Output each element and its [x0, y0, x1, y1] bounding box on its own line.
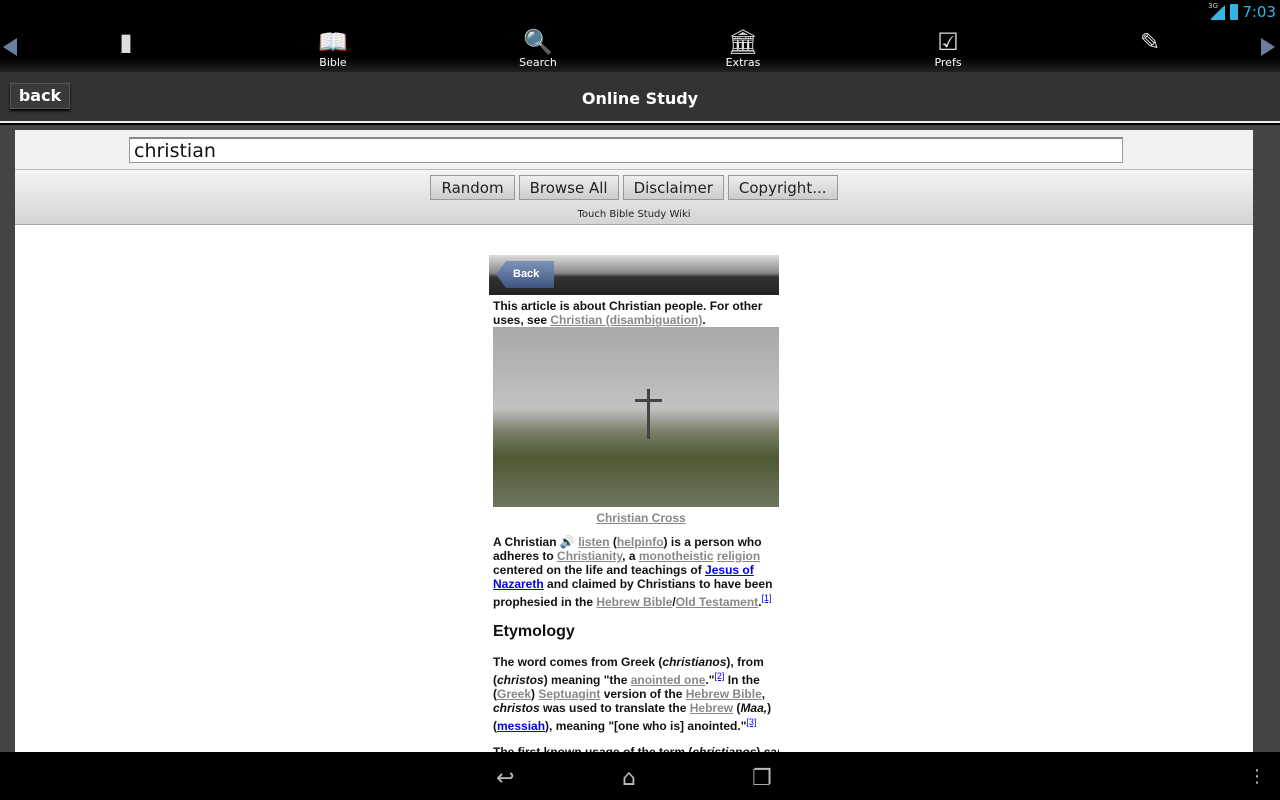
- text-span: christianos: [662, 655, 727, 669]
- disclaimer-button[interactable]: Disclaimer: [622, 175, 724, 200]
- text-span: christianos: [692, 745, 757, 752]
- text-span: (: [609, 535, 617, 549]
- pencil-icon: ✎: [1139, 28, 1161, 56]
- etymology-heading: Etymology: [493, 623, 575, 640]
- text-span: ,: [761, 687, 766, 701]
- wiki-link[interactable]: Hebrew: [690, 701, 733, 715]
- citation-link[interactable]: [3]: [746, 717, 756, 727]
- text-span: centered on the life and teachings of: [493, 563, 706, 577]
- clock: 7:03: [1242, 3, 1276, 21]
- signal-icon: [1211, 4, 1225, 20]
- toolbar-label: Prefs: [934, 56, 962, 69]
- text-span: , a: [622, 549, 639, 563]
- wiki-link[interactable]: listen: [578, 535, 609, 549]
- button-row: Random Browse All Disclaimer Copyright..…: [15, 170, 1253, 225]
- intro-paragraph: A Christian 🔊 listen (helpinfo) is a per…: [493, 535, 779, 609]
- text-span: A Christian: [493, 535, 560, 549]
- search-input[interactable]: [129, 137, 1123, 163]
- text-span: was used to translate the: [539, 701, 690, 715]
- web-panel: Random Browse All Disclaimer Copyright..…: [15, 130, 1253, 752]
- checklist-icon: ☑: [937, 28, 959, 56]
- toolbar-label: Search: [519, 56, 557, 69]
- recents-nav-icon[interactable]: ❐: [752, 766, 772, 791]
- wiki-link[interactable]: religion: [717, 549, 760, 563]
- wiki-link[interactable]: monotheistic: [639, 549, 714, 563]
- etymology-paragraph: The word comes from Greek (christianos),…: [493, 655, 779, 733]
- toolbar-item-search[interactable]: 🔍 Search: [498, 28, 578, 69]
- wiki-link[interactable]: Old Testament: [676, 595, 758, 609]
- text-span: ), meaning "[one who is] anointed.": [545, 719, 747, 733]
- usage-paragraph: The first known usage of the term (chris…: [493, 745, 779, 752]
- text-span: .: [702, 313, 706, 327]
- toolbar-item-bookmark[interactable]: ▮: [86, 28, 166, 56]
- scroll-right-arrow-icon[interactable]: [1261, 38, 1275, 56]
- menu-icon[interactable]: ⋮: [1248, 766, 1266, 787]
- wiki-link[interactable]: Septuagint: [538, 687, 600, 701]
- article: Back This article is about Christian peo…: [489, 255, 779, 752]
- wiki-link[interactable]: anointed one: [631, 673, 706, 687]
- text-span: 🔊: [559, 535, 579, 549]
- random-button[interactable]: Random: [430, 175, 515, 200]
- temple-icon: 🏛: [727, 28, 759, 56]
- wiki-link[interactable]: Greek: [497, 687, 531, 701]
- text-span: christos: [497, 673, 544, 687]
- image-caption-link[interactable]: Christian Cross: [596, 511, 685, 525]
- text-span: Maa,: [740, 701, 768, 715]
- toolbar: ▮ 📖 Bible 🔍 Search 🏛 Extras ☑ Prefs ✎: [0, 24, 1280, 72]
- wiki-link[interactable]: Christian (disambiguation): [550, 313, 702, 327]
- status-bar: 3G 7:03: [0, 0, 1280, 24]
- wiki-label: Touch Bible Study Wiki: [577, 209, 691, 220]
- text-span: version of the: [600, 687, 686, 701]
- christian-cross-image: [493, 327, 779, 507]
- system-nav-bar: ↩ ⌂ ❐ ⋮: [0, 752, 1280, 800]
- copyright-button[interactable]: Copyright...: [727, 175, 838, 200]
- bookmark-icon: ▮: [119, 28, 133, 56]
- toolbar-label: Bible: [319, 56, 347, 69]
- article-back-button[interactable]: Back: [496, 261, 554, 288]
- title-bar: back Online Study: [0, 72, 1280, 123]
- citation-link[interactable]: [2]: [714, 671, 724, 681]
- wiki-link[interactable]: messiah: [497, 719, 545, 733]
- hatnote: This article is about Christian people. …: [493, 299, 779, 327]
- home-nav-icon[interactable]: ⌂: [622, 766, 636, 791]
- book-icon: 📖: [318, 28, 348, 56]
- toolbar-item-prefs[interactable]: ☑ Prefs: [908, 28, 988, 69]
- citation-link[interactable]: [1]: [762, 593, 772, 603]
- search-row: [15, 130, 1253, 170]
- toolbar-item-extras[interactable]: 🏛 Extras: [703, 28, 783, 69]
- wiki-link[interactable]: helpinfo: [617, 535, 664, 549]
- wiki-link[interactable]: Hebrew Bible: [596, 595, 672, 609]
- wiki-link[interactable]: Hebrew Bible: [686, 687, 762, 701]
- text-span: The first known usage of the term (: [493, 745, 693, 752]
- battery-icon: [1230, 4, 1238, 20]
- wiki-link[interactable]: Christianity: [557, 549, 622, 563]
- toolbar-item-bible[interactable]: 📖 Bible: [293, 28, 373, 69]
- browse-all-button[interactable]: Browse All: [518, 175, 619, 200]
- text-span: christos: [493, 701, 540, 715]
- text-span: ) meaning "the: [543, 673, 631, 687]
- toolbar-item-pencil[interactable]: ✎: [1110, 28, 1190, 56]
- page-title: Online Study: [581, 89, 699, 108]
- back-nav-icon[interactable]: ↩: [496, 766, 514, 791]
- article-header: Back: [489, 255, 779, 295]
- magnifier-icon: 🔍: [523, 28, 553, 56]
- text-span: The word comes from Greek (: [493, 655, 663, 669]
- content-area: Random Browse All Disclaimer Copyright..…: [0, 125, 1280, 752]
- toolbar-label: Extras: [725, 56, 761, 69]
- scroll-left-arrow-icon[interactable]: [3, 38, 17, 56]
